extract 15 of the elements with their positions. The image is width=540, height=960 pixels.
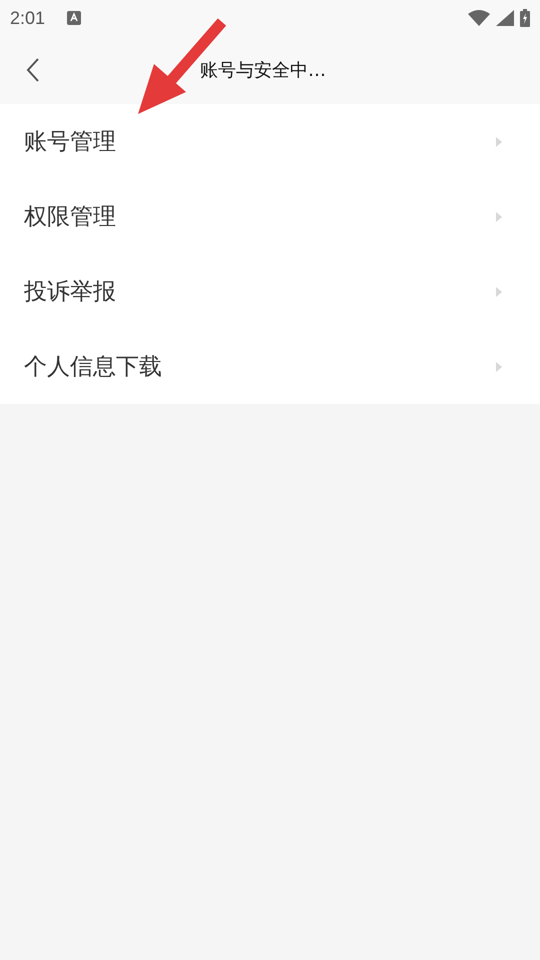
status-time: 2:01	[10, 8, 46, 28]
menu-item[interactable]: 权限管理	[0, 179, 540, 254]
back-icon	[26, 57, 40, 83]
page-title: 账号与安全中…	[200, 59, 326, 82]
chevron-right-icon	[496, 362, 502, 372]
menu-item[interactable]: 投诉举报	[0, 254, 540, 329]
menu-item[interactable]: 个人信息下载	[0, 329, 540, 404]
battery-icon	[520, 9, 530, 27]
wifi-icon	[468, 10, 490, 26]
chevron-right-icon	[496, 286, 502, 296]
keyboard-notification-icon	[67, 11, 82, 25]
signal-icon	[496, 10, 514, 26]
chevron-right-icon	[496, 212, 502, 222]
chevron-right-icon	[496, 136, 502, 146]
menu-item[interactable]: 账号管理	[0, 104, 540, 179]
